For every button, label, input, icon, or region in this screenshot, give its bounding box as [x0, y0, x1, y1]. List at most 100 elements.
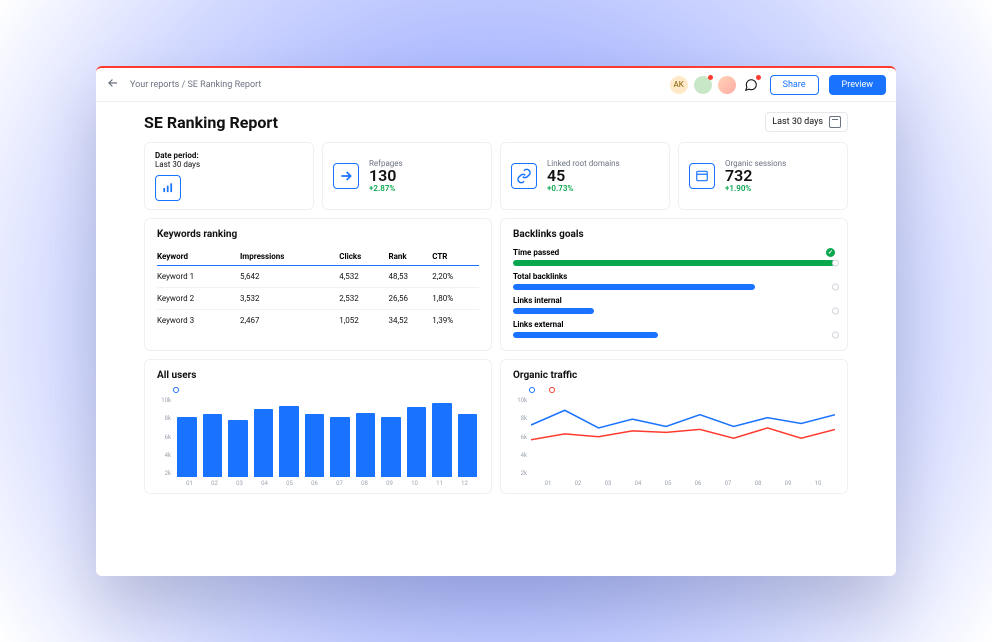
all-users-panel: All users 10k8k6k4k2k 010203040506070809… [144, 359, 492, 494]
goal-row: Links external [513, 320, 835, 338]
goal-label: Links internal [513, 296, 835, 305]
preview-button[interactable]: Preview [829, 75, 886, 95]
goal-label: Links external [513, 320, 835, 329]
cell: 1,39% [432, 310, 479, 332]
panel-title: Backlinks goals [513, 229, 835, 240]
chart-bar [432, 403, 452, 477]
panel-title: Organic traffic [513, 370, 835, 381]
date-period-card: Date period: Last 30 days [144, 142, 314, 210]
cell: 2,20% [432, 266, 479, 288]
metric-value: 732 [725, 168, 786, 184]
col-keyword: Keyword [157, 248, 240, 266]
backlinks-goals-panel: Backlinks goals Time passed✓ Total backli… [500, 218, 848, 351]
panel-title: All users [157, 370, 479, 381]
back-button[interactable] [106, 75, 120, 94]
progress-track [513, 284, 835, 290]
table-row: Keyword 15,6424,53248,532,20% [157, 266, 479, 288]
page-title: SE Ranking Report [144, 113, 278, 132]
progress-track [513, 332, 835, 338]
keywords-ranking-panel: Keywords ranking Keyword Impressions Cli… [144, 218, 492, 351]
metric-value: 130 [369, 168, 403, 184]
notification-dot-icon [708, 75, 713, 80]
legend-dot-icon [529, 387, 535, 393]
metric-card-linked-root: Linked root domains 45 +0.73% [500, 142, 670, 210]
chart-bar [279, 406, 299, 477]
col-rank: Rank [388, 248, 432, 266]
avatar[interactable] [694, 76, 712, 94]
goal-label: Total backlinks [513, 272, 835, 281]
bar-chart-icon [155, 175, 181, 201]
avatars: AK [670, 76, 760, 94]
metric-delta: +1.90% [725, 184, 786, 193]
progress-fill [513, 260, 835, 266]
chart-bar [458, 414, 478, 477]
calendar-icon [829, 116, 841, 128]
cell: 4,532 [339, 266, 388, 288]
panel-title: Keywords ranking [157, 229, 479, 240]
col-impressions: Impressions [240, 248, 339, 266]
report-window: Your reports / SE Ranking Report AK Shar… [96, 66, 896, 576]
metric-delta: +0.73% [547, 184, 620, 193]
chart-bar [407, 407, 427, 477]
cell: 3,532 [240, 288, 339, 310]
date-range-label: Last 30 days [772, 117, 823, 127]
browser-icon [689, 163, 715, 189]
col-clicks: Clicks [339, 248, 388, 266]
cell: Keyword 1 [157, 266, 240, 288]
cell: 5,642 [240, 266, 339, 288]
legend-dot-icon [549, 387, 555, 393]
date-range-selector[interactable]: Last 30 days [765, 112, 848, 132]
cell: 26,56 [388, 288, 432, 310]
avatar[interactable]: AK [670, 76, 688, 94]
breadcrumb[interactable]: Your reports / SE Ranking Report [130, 80, 660, 90]
metric-card-organic: Organic sessions 732 +1.90% [678, 142, 848, 210]
cell: Keyword 3 [157, 310, 240, 332]
check-icon: ✓ [826, 248, 835, 257]
progress-fill [513, 284, 755, 290]
date-period-value: Last 30 days [155, 160, 303, 169]
topbar: Your reports / SE Ranking Report AK Shar… [96, 68, 896, 102]
organic-traffic-panel: Organic traffic 10k8k6k4k2k 010203040506… [500, 359, 848, 494]
content: SE Ranking Report Last 30 days Date peri… [96, 102, 896, 576]
chart-bar [177, 417, 197, 477]
goal-label: Time passed✓ [513, 248, 835, 257]
chart-line [531, 428, 835, 440]
chart-bar [203, 414, 223, 477]
chart-legend [173, 387, 479, 393]
goal-row: Links internal [513, 296, 835, 314]
progress-fill [513, 332, 658, 338]
keywords-table: Keyword Impressions Clicks Rank CTR Keyw… [157, 248, 479, 331]
arrow-right-icon [333, 163, 359, 189]
cell: 48,53 [388, 266, 432, 288]
table-row: Keyword 32,4671,05234,521,39% [157, 310, 479, 332]
chart-bar [356, 413, 376, 477]
cell: 2,532 [339, 288, 388, 310]
cell: 2,467 [240, 310, 339, 332]
chart-line [531, 410, 835, 428]
cell: Keyword 2 [157, 288, 240, 310]
metric-delta: +2.87% [369, 184, 403, 193]
date-period-label: Date period: [155, 151, 303, 160]
progress-track [513, 260, 835, 266]
chart-bar [305, 414, 325, 477]
col-ctr: CTR [432, 248, 479, 266]
metric-card-refpages: Refpages 130 +2.87% [322, 142, 492, 210]
goal-row: Total backlinks [513, 272, 835, 290]
legend-dot-icon [173, 387, 179, 393]
link-icon [511, 163, 537, 189]
chart-bar [330, 417, 350, 477]
progress-track [513, 308, 835, 314]
cell: 34,52 [388, 310, 432, 332]
share-button[interactable]: Share [770, 75, 819, 95]
chart-bar [228, 420, 248, 477]
progress-fill [513, 308, 594, 314]
avatar[interactable] [718, 76, 736, 94]
cell: 1,052 [339, 310, 388, 332]
metric-value: 45 [547, 168, 620, 184]
cell: 1,80% [432, 288, 479, 310]
chart-bar [381, 417, 401, 477]
table-row: Keyword 23,5322,53226,561,80% [157, 288, 479, 310]
chat-icon[interactable] [742, 76, 760, 94]
goal-row: Time passed✓ [513, 248, 835, 266]
chart-legend [529, 387, 835, 393]
